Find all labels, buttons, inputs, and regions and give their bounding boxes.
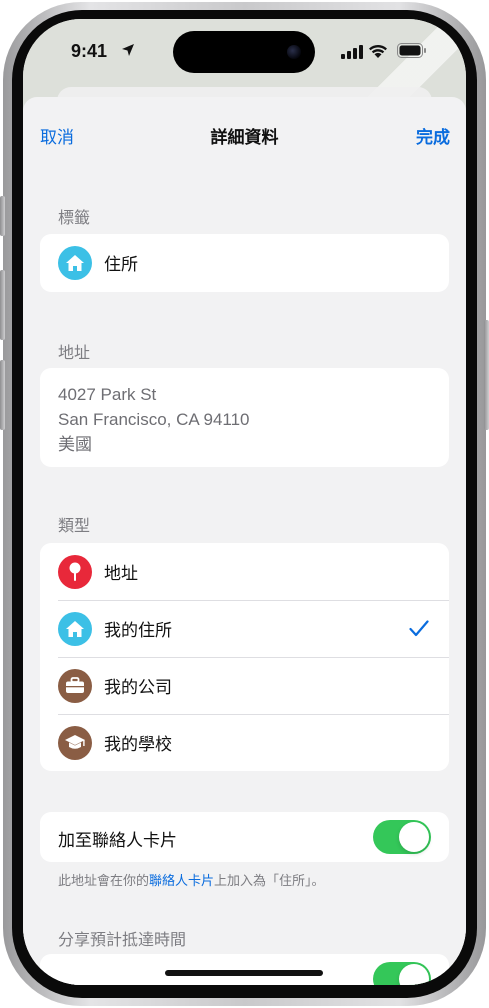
- house-icon: [58, 245, 92, 280]
- location-arrow-icon: [122, 44, 134, 56]
- type-section-header: 類型: [58, 518, 91, 535]
- eta-toggle[interactable]: [373, 962, 431, 985]
- pin-icon: [58, 554, 92, 589]
- volume-down-button: [0, 360, 5, 430]
- wifi-icon: [369, 44, 387, 58]
- contact-card-toggle-card: 加至聯絡人卡片: [40, 812, 449, 862]
- label-card[interactable]: 住所: [40, 234, 449, 292]
- address-text: 4027 Park St San Francisco, CA 94110 美國: [40, 368, 449, 471]
- label-row[interactable]: 住所: [40, 234, 449, 291]
- address-section-header: 地址: [58, 345, 91, 362]
- battery-icon: [397, 43, 426, 58]
- house-icon: [58, 611, 92, 646]
- contact-card-link[interactable]: 聯絡人卡片: [149, 873, 214, 888]
- contact-card-footnote: 此地址會在你的聯絡人卡片上加入為「住所」。: [58, 870, 325, 889]
- done-button[interactable]: 完成: [416, 123, 450, 148]
- toggle-knob: [399, 964, 429, 985]
- address-line: 4027 Park St: [58, 385, 157, 404]
- volume-up-button: [0, 270, 5, 340]
- checkmark-icon: [409, 620, 429, 637]
- type-option-my-home[interactable]: 我的住所: [40, 600, 449, 657]
- graduation-cap-icon: [58, 725, 92, 760]
- address-line: San Francisco, CA 94110: [58, 410, 250, 429]
- camera-icon: [287, 45, 301, 59]
- label-section-header: 標籤: [58, 210, 91, 227]
- dynamic-island: [173, 31, 315, 73]
- power-button: [484, 320, 489, 430]
- type-option-address[interactable]: 地址: [40, 543, 449, 600]
- eta-section-header: 分享預計抵達時間: [58, 932, 187, 949]
- status-bar: 9:41: [23, 19, 466, 87]
- type-card: 地址 我的住所 我的公司 我的學校: [40, 543, 449, 771]
- address-card: 4027 Park St San Francisco, CA 94110 美國: [40, 368, 449, 467]
- toggle-knob: [399, 822, 429, 852]
- cancel-button[interactable]: 取消: [40, 123, 74, 148]
- action-button: [0, 196, 5, 236]
- home-indicator[interactable]: [165, 970, 323, 976]
- type-option-my-school[interactable]: 我的學校: [40, 714, 449, 771]
- address-line: 美國: [58, 435, 92, 454]
- type-option-label: 地址: [104, 564, 138, 583]
- contact-card-toggle-label: 加至聯絡人卡片: [58, 831, 177, 850]
- briefcase-icon: [58, 668, 92, 703]
- footnote-suffix: 上加入為「住所」。: [214, 873, 325, 888]
- footnote-prefix: 此地址會在你的: [58, 873, 150, 888]
- type-option-label: 我的學校: [104, 735, 172, 754]
- label-value: 住所: [104, 255, 138, 274]
- type-option-my-work[interactable]: 我的公司: [40, 657, 449, 714]
- cellular-signal-icon: [341, 45, 363, 59]
- type-option-label: 我的公司: [104, 678, 172, 697]
- type-option-label: 我的住所: [104, 621, 172, 640]
- contact-card-toggle[interactable]: [373, 820, 431, 854]
- screen: 9:41 詳細資料 取消 完成 標籤 住所 地址 4027 Park St Sa…: [23, 19, 466, 985]
- status-time: 9:41: [71, 41, 108, 61]
